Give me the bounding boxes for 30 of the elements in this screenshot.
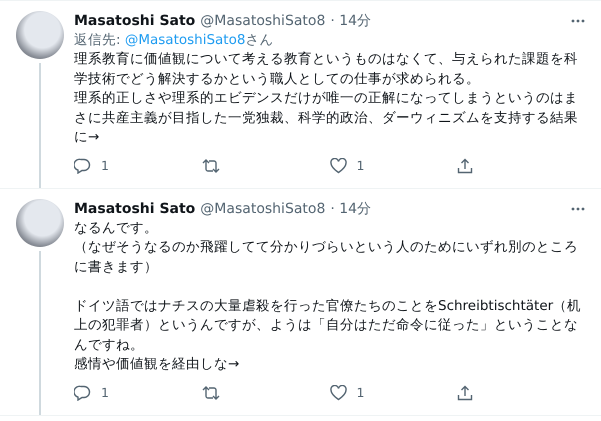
reply-to-label: 返信先:	[74, 32, 122, 48]
like-count: 1	[356, 158, 364, 173]
tweet-text: 理系教育に価値観について考える教育というものはなくて、与えられた課題を科学技術でどう解決するかという職人としての仕事が求められる。	[74, 50, 579, 88]
tweet-text: （なぜそうなるのか飛躍してて分かりづらいという人のためにいずれ別のところに書きます）	[74, 238, 579, 276]
tweet-text: 理系的正しさや理系的エビデンスだけが唯一の正解になってしまうというのはまさに共産主義が目指した一党独裁、科学的政治、ダーウィニズムを支持する結果に→	[74, 89, 579, 147]
more-icon[interactable]	[571, 19, 585, 23]
tweet-text: なるんです。	[74, 218, 159, 238]
reply-icon[interactable]	[74, 158, 91, 174]
user-handle[interactable]: @MasatoshiSato8	[200, 11, 326, 31]
more-icon[interactable]	[571, 206, 585, 210]
user-name[interactable]: Masatoshi Sato	[74, 198, 196, 218]
timestamp[interactable]: · 14分	[330, 11, 372, 31]
retweet-icon[interactable]	[202, 384, 220, 400]
reply-icon[interactable]	[74, 384, 91, 400]
like-count: 1	[356, 385, 364, 400]
avatar[interactable]	[16, 11, 64, 59]
tweet-text: ドイツ語ではナチスの大量虐殺を行った官僚たちのことをSchreibtischtäter（机上の犯罪者）というんですが、ようは「自分はただ命令に従った」ということなんですね。	[74, 296, 582, 354]
reply-count: 1	[101, 158, 109, 173]
retweet-icon[interactable]	[202, 158, 220, 174]
tweet-text: 感情や価値観を経由しな→	[74, 355, 240, 374]
heart-icon[interactable]	[330, 158, 346, 174]
share-icon[interactable]	[457, 158, 474, 174]
avatar[interactable]	[16, 198, 64, 246]
user-handle[interactable]: @MasatoshiSato8	[200, 198, 326, 218]
heart-icon[interactable]	[330, 384, 346, 400]
timestamp[interactable]: · 14分	[330, 198, 372, 218]
reply-count: 1	[101, 385, 109, 400]
user-name[interactable]: Masatoshi Sato	[74, 11, 196, 31]
reply-to-suffix: さん	[245, 32, 274, 48]
share-icon[interactable]	[457, 384, 474, 400]
